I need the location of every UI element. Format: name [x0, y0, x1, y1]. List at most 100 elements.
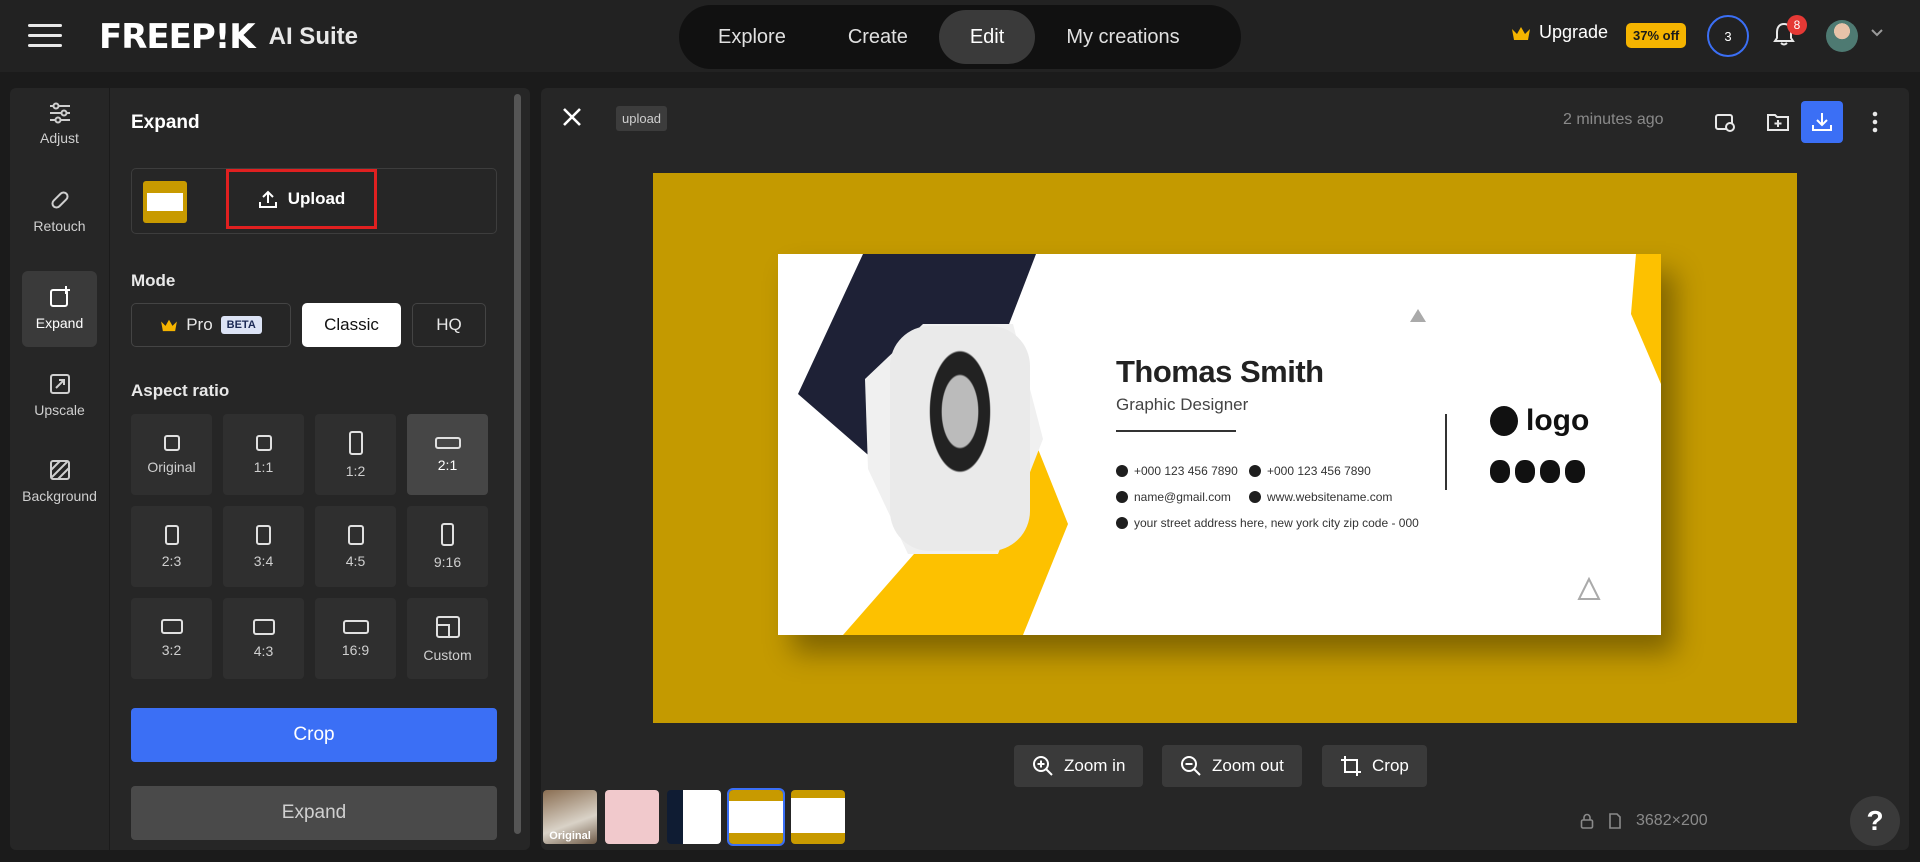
aspect-4-3[interactable]: 4:3 [223, 598, 304, 679]
avatar[interactable] [1826, 20, 1858, 52]
discount-badge: 37% off [1626, 23, 1687, 48]
aspect-4-5[interactable]: 4:5 [315, 506, 396, 587]
menu-icon[interactable] [28, 24, 62, 50]
facebook-icon [1490, 460, 1510, 483]
mode-hq-button[interactable]: HQ [412, 303, 486, 347]
aspect-label: 9:16 [433, 554, 462, 570]
aspect-16-9[interactable]: 16:9 [315, 598, 396, 679]
brand-logo: FREEP!K [99, 17, 256, 57]
linkedin-icon [1565, 460, 1585, 483]
upload-box: Upload [131, 168, 497, 234]
aspect-3-2[interactable]: 3:2 [131, 598, 212, 679]
aspect-original[interactable]: Original [131, 414, 212, 495]
top-bar: FREEP!K AI Suite Explore Create Edit My … [0, 0, 1920, 72]
instagram-icon [1515, 460, 1535, 483]
aspect-label: Custom [423, 646, 472, 663]
tab-create[interactable]: Create [817, 10, 939, 64]
phone-icon [1116, 465, 1128, 477]
image-stage[interactable]: Thomas Smith Graphic Designer +000 123 4… [653, 173, 1797, 723]
brand-suite: AI Suite [268, 23, 358, 50]
tab-explore[interactable]: Explore [687, 10, 817, 64]
beta-badge: BETA [220, 316, 262, 334]
panel-title: Expand [131, 112, 200, 133]
upgrade-button[interactable]: Upgrade [1511, 22, 1608, 43]
aspect-3-4[interactable]: 3:4 [223, 506, 304, 587]
thumbnail-card-yellow[interactable] [791, 790, 845, 844]
expand-button[interactable]: Expand [131, 786, 497, 840]
aspect-1-2[interactable]: 1:2 [315, 414, 396, 495]
card-name: Thomas Smith [1116, 354, 1324, 389]
aspect-label: 1:2 [345, 462, 366, 479]
zoom-in-button[interactable]: Zoom in [1014, 745, 1144, 787]
add-to-folder-icon[interactable] [1757, 101, 1799, 143]
zoom-out-label: Zoom out [1212, 756, 1284, 775]
aspect-1-1[interactable]: 1:1 [223, 414, 304, 495]
rail-item-retouch[interactable]: Retouch [22, 174, 97, 250]
uploaded-image-thumbnail[interactable] [143, 181, 187, 223]
thumbnail-original[interactable]: Original [543, 790, 597, 844]
zoom-out-icon [1181, 756, 1201, 776]
canvas-area: upload 2 minutes ago Thomas Smith Graphi… [541, 88, 1909, 850]
location-pin-icon [1116, 517, 1128, 529]
email-signature-card: Thomas Smith Graphic Designer +000 123 4… [778, 254, 1661, 635]
aspect-2-1[interactable]: 2:1 [407, 414, 488, 495]
crop-button[interactable]: Crop [131, 708, 497, 762]
panel-scrollbar[interactable] [514, 94, 521, 834]
aspect-label: 2:3 [161, 552, 182, 569]
rail-item-adjust[interactable]: Adjust [22, 88, 97, 164]
zoom-in-label: Zoom in [1064, 756, 1126, 775]
square-icon [163, 434, 180, 451]
tool-rail: Adjust Retouch Expand Upscale Background [10, 88, 109, 850]
aspect-label: 3:4 [253, 552, 274, 569]
bandage-icon [50, 191, 69, 209]
social-icons [1490, 460, 1585, 483]
close-icon[interactable] [561, 106, 583, 128]
rail-label-expand: Expand [35, 315, 84, 331]
download-icon[interactable] [1801, 101, 1843, 143]
aspect-label: Original [147, 458, 196, 475]
canvas-crop-button[interactable]: Crop [1322, 745, 1427, 787]
mode-pro-button[interactable]: Pro BETA [131, 303, 291, 347]
rail-item-background[interactable]: Background [22, 444, 97, 520]
square-icon [255, 434, 272, 451]
rail-label-adjust: Adjust [40, 130, 79, 146]
aspect-custom[interactable]: Custom [407, 598, 488, 679]
aspect-label: 16:9 [341, 641, 370, 658]
email-icon [1116, 491, 1128, 503]
help-button[interactable]: ? [1850, 796, 1900, 846]
vertical-divider [1445, 414, 1447, 490]
thumbnail-signature[interactable] [605, 790, 659, 844]
twitter-icon [1540, 460, 1560, 483]
crown-icon [161, 319, 178, 332]
portrait-rect-icon [164, 524, 179, 545]
lock-icon[interactable] [1580, 813, 1594, 829]
upload-button[interactable]: Upload [226, 169, 377, 229]
rail-item-upscale[interactable]: Upscale [22, 358, 97, 434]
rail-item-expand[interactable]: Expand [22, 271, 97, 347]
crown-icon [1512, 26, 1530, 40]
card-logo: logo [1490, 404, 1589, 438]
crop-icon [1341, 756, 1361, 776]
thumbnail-card-dark[interactable] [667, 790, 721, 844]
aspect-label: 2:1 [437, 456, 458, 473]
contact-address: your street address here, new york city … [1116, 516, 1419, 530]
logo-text: logo [1526, 404, 1590, 437]
brand[interactable]: FREEP!K AI Suite [99, 17, 358, 57]
divider [1116, 430, 1236, 432]
aspect-2-3[interactable]: 2:3 [131, 506, 212, 587]
contact-text: your street address here, new york city … [1134, 516, 1419, 530]
contact-text: +000 123 456 7890 [1134, 464, 1238, 478]
mode-classic-button[interactable]: Classic [302, 303, 401, 347]
credits-counter[interactable]: 3 [1707, 15, 1749, 57]
landscape-rect-icon [342, 619, 369, 634]
image-settings-icon[interactable] [1704, 101, 1746, 143]
zoom-out-button[interactable]: Zoom out [1162, 745, 1302, 787]
thumbnail-card-selected[interactable] [727, 788, 785, 846]
chevron-down-icon[interactable] [1870, 28, 1884, 38]
file-icon [1609, 813, 1621, 829]
tab-my-creations[interactable]: My creations [1035, 10, 1210, 64]
tab-edit[interactable]: Edit [938, 10, 1036, 64]
aspect-9-16[interactable]: 9:16 [407, 506, 488, 587]
more-options-icon[interactable] [1854, 101, 1896, 143]
contact-text: +000 123 456 7890 [1267, 464, 1371, 478]
